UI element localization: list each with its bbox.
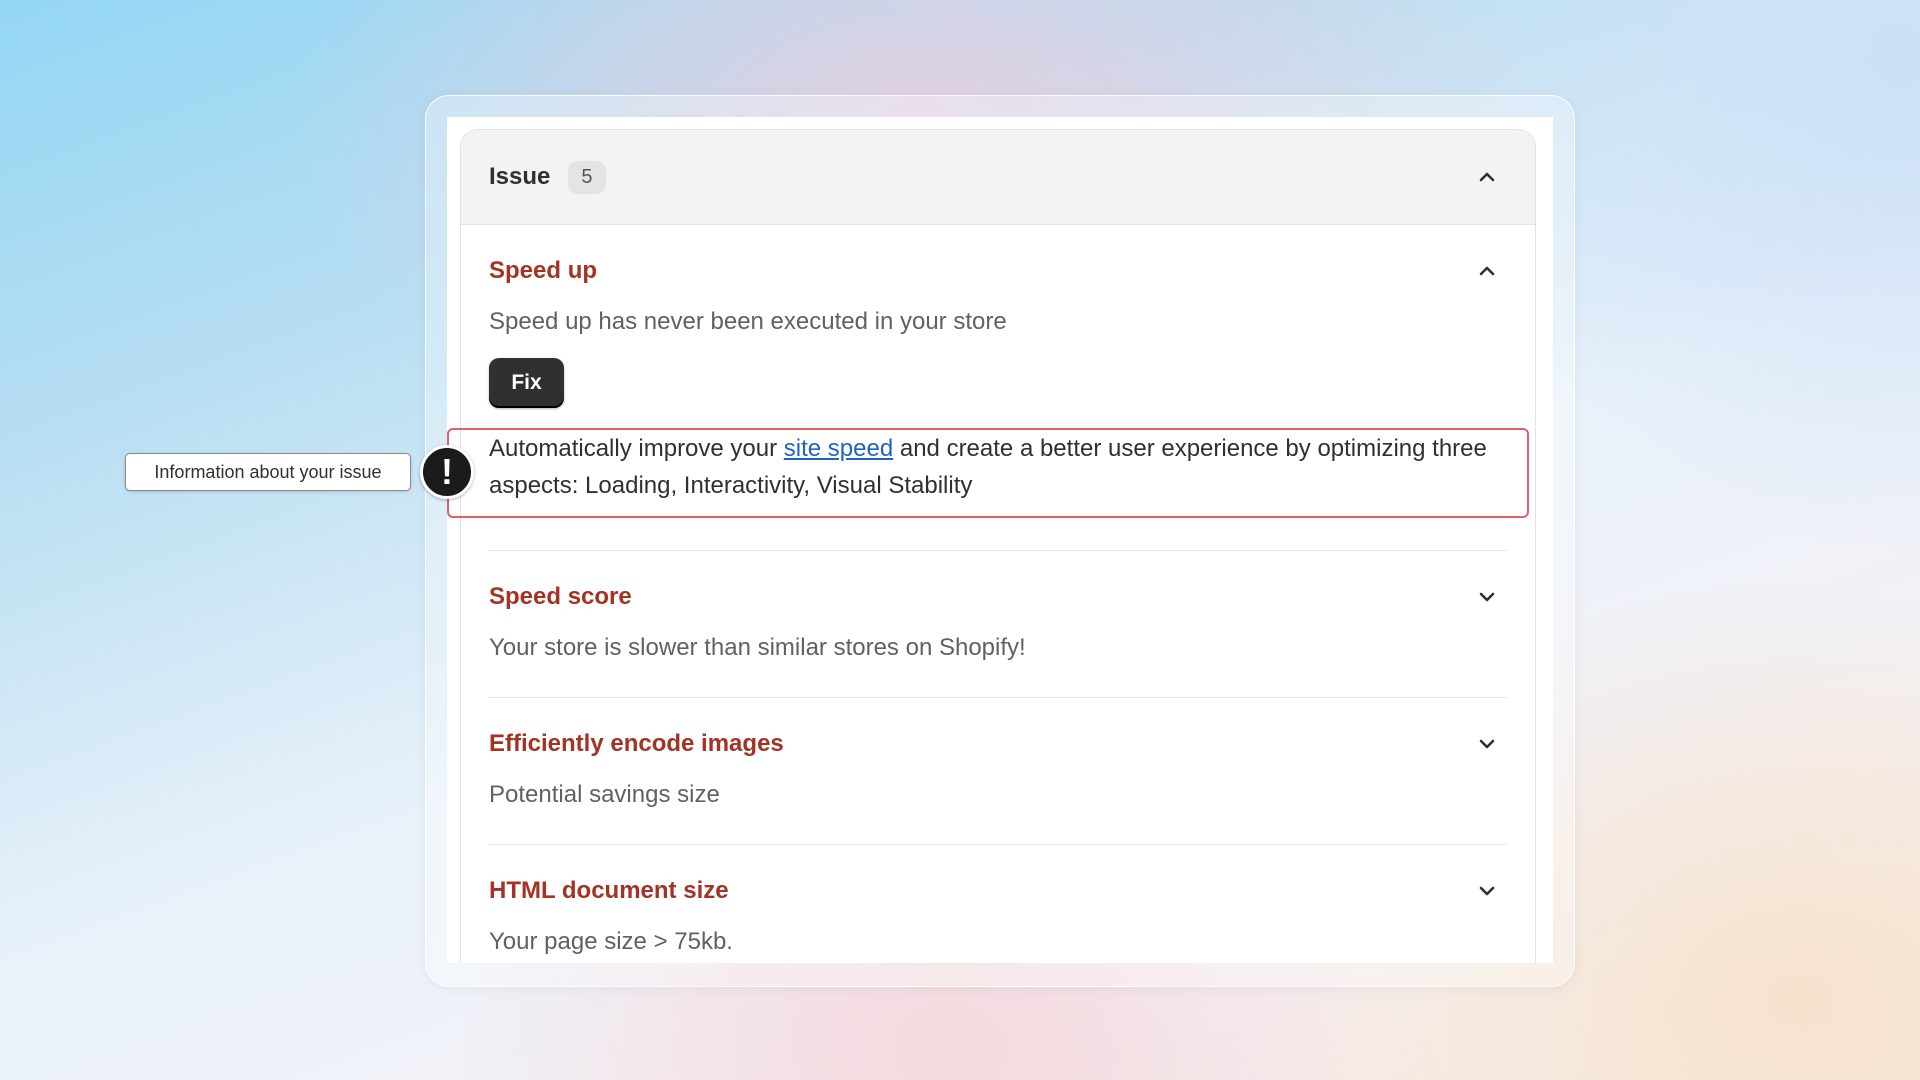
section-title[interactable]: Speed up [489,257,597,285]
card-header[interactable]: Issue 5 [461,130,1535,225]
chevron-up-icon[interactable] [1475,259,1499,283]
section-description: Your store is slower than similar stores… [489,634,1026,661]
chevron-up-icon[interactable] [1475,165,1499,189]
exclamation-icon: ! [420,445,474,499]
section-html-size[interactable]: HTML document size Your page size > 75kb… [489,845,1507,963]
section-title[interactable]: Efficiently encode images [489,730,784,758]
issue-card: Issue 5 Speed up Speed up has never been… [460,129,1536,963]
card-title: Issue [489,163,551,190]
fix-button[interactable]: Fix [489,358,564,408]
panel: Issue 5 Speed up Speed up has never been… [447,117,1553,963]
section-title[interactable]: Speed score [489,583,632,611]
section-speed-score[interactable]: Speed score Your store is slower than si… [489,551,1507,697]
chevron-down-icon[interactable] [1475,732,1499,756]
highlight-box [447,428,1529,518]
chevron-down-icon[interactable] [1475,585,1499,609]
section-description: Speed up has never been executed in your… [489,308,1007,335]
section-title[interactable]: HTML document size [489,877,729,905]
chevron-down-icon[interactable] [1475,879,1499,903]
section-encode-images[interactable]: Efficiently encode images Potential savi… [489,698,1507,844]
section-description: Your page size > 75kb. [489,928,733,955]
section-description: Potential savings size [489,781,720,808]
count-badge: 5 [568,160,606,194]
annotation-tooltip: Information about your issue [125,453,411,491]
